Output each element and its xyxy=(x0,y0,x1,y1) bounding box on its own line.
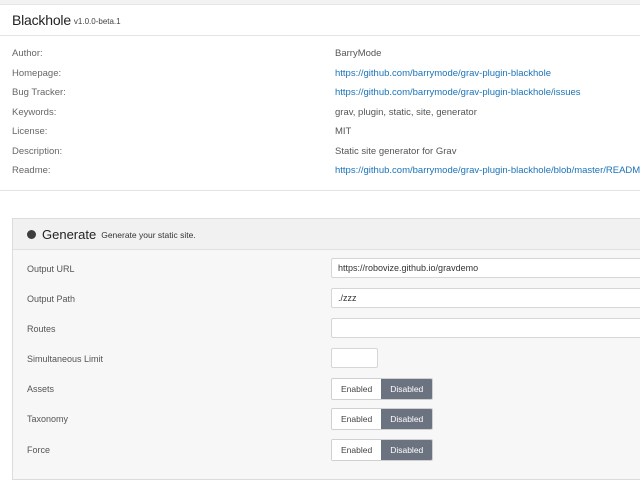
author-value: BarryMode xyxy=(335,48,382,59)
assets-toggle: Enabled Disabled xyxy=(331,378,434,400)
output-path-row: Output Path ./zzz xyxy=(13,286,640,316)
info-label: License: xyxy=(12,126,48,137)
keywords-value: grav, plugin, static, site, generator xyxy=(335,106,477,118)
panel-title: Generate xyxy=(42,226,97,242)
simultaneous-limit-label: Simultaneous Limit xyxy=(27,354,104,364)
assets-enabled-option[interactable]: Enabled xyxy=(332,379,382,399)
routes-row: Routes xyxy=(13,316,640,346)
simultaneous-limit-row: Simultaneous Limit xyxy=(13,346,640,376)
info-row-license: License: MIT xyxy=(0,122,640,142)
plugin-title: Blackhole xyxy=(12,12,71,28)
assets-row: Assets Enabled Disabled xyxy=(13,376,640,406)
taxonomy-toggle: Enabled Disabled xyxy=(331,408,434,430)
output-path-input[interactable]: ./zzz xyxy=(331,288,640,308)
plugin-version: v1.0.0-beta.1 xyxy=(73,16,121,26)
force-disabled-option[interactable]: Disabled xyxy=(381,440,433,460)
license-value: MIT xyxy=(335,126,352,137)
info-row-keywords: Keywords: grav, plugin, static, site, ge… xyxy=(0,103,640,123)
info-row-description: Description: Static site generator for G… xyxy=(0,142,640,162)
force-toggle: Enabled Disabled xyxy=(331,439,434,461)
force-label: Force xyxy=(27,445,51,455)
info-label: Bug Tracker: xyxy=(12,87,66,98)
info-row-bug-tracker: Bug Tracker: https://github.com/barrymod… xyxy=(0,83,640,103)
taxonomy-enabled-option[interactable]: Enabled xyxy=(332,409,382,429)
taxonomy-row: Taxonomy Enabled Disabled xyxy=(13,406,640,436)
force-row: Force Enabled Disabled xyxy=(13,437,640,467)
assets-label: Assets xyxy=(27,384,55,394)
output-url-row: Output URL https://robovize.github.io/gr… xyxy=(13,256,640,286)
info-row-homepage: Homepage: https://github.com/barrymode/g… xyxy=(0,64,640,84)
force-enabled-option[interactable]: Enabled xyxy=(332,440,382,460)
routes-input[interactable] xyxy=(331,318,640,338)
homepage-link[interactable]: https://github.com/barrymode/grav-plugin… xyxy=(335,68,551,79)
description-value: Static site generator for Grav xyxy=(335,145,457,157)
simultaneous-limit-input[interactable] xyxy=(331,348,378,368)
info-row-readme: Readme: https://github.com/barrymode/gra… xyxy=(0,161,640,181)
info-label: Keywords: xyxy=(12,106,57,118)
info-label: Description: xyxy=(12,145,63,157)
output-url-input[interactable]: https://robovize.github.io/gravdemo xyxy=(331,258,640,278)
output-url-label: Output URL xyxy=(27,264,75,274)
plugin-header: Blackhole v1.0.0-beta.1 xyxy=(0,5,640,36)
info-row-author: Author: BarryMode xyxy=(0,44,640,64)
panel-subtitle: Generate your static site. xyxy=(101,230,196,240)
section-divider xyxy=(0,190,640,191)
info-label: Homepage: xyxy=(12,67,62,79)
taxonomy-disabled-option[interactable]: Disabled xyxy=(381,409,433,429)
routes-label: Routes xyxy=(27,324,56,334)
generate-panel-header: Generate Generate your static site. xyxy=(13,219,640,250)
readme-link[interactable]: https://github.com/barrymode/grav-plugin… xyxy=(335,165,640,176)
bug-tracker-link[interactable]: https://github.com/barrymode/grav-plugin… xyxy=(335,87,581,98)
taxonomy-label: Taxonomy xyxy=(27,414,69,424)
info-label: Readme: xyxy=(12,165,51,176)
assets-disabled-option[interactable]: Disabled xyxy=(381,379,433,399)
bullet-icon xyxy=(27,229,36,239)
info-label: Author: xyxy=(12,48,43,59)
output-path-label: Output Path xyxy=(27,294,76,304)
generate-panel: Generate Generate your static site. Outp… xyxy=(12,218,640,480)
plugin-info-table: Author: BarryMode Homepage: https://gith… xyxy=(0,44,640,181)
